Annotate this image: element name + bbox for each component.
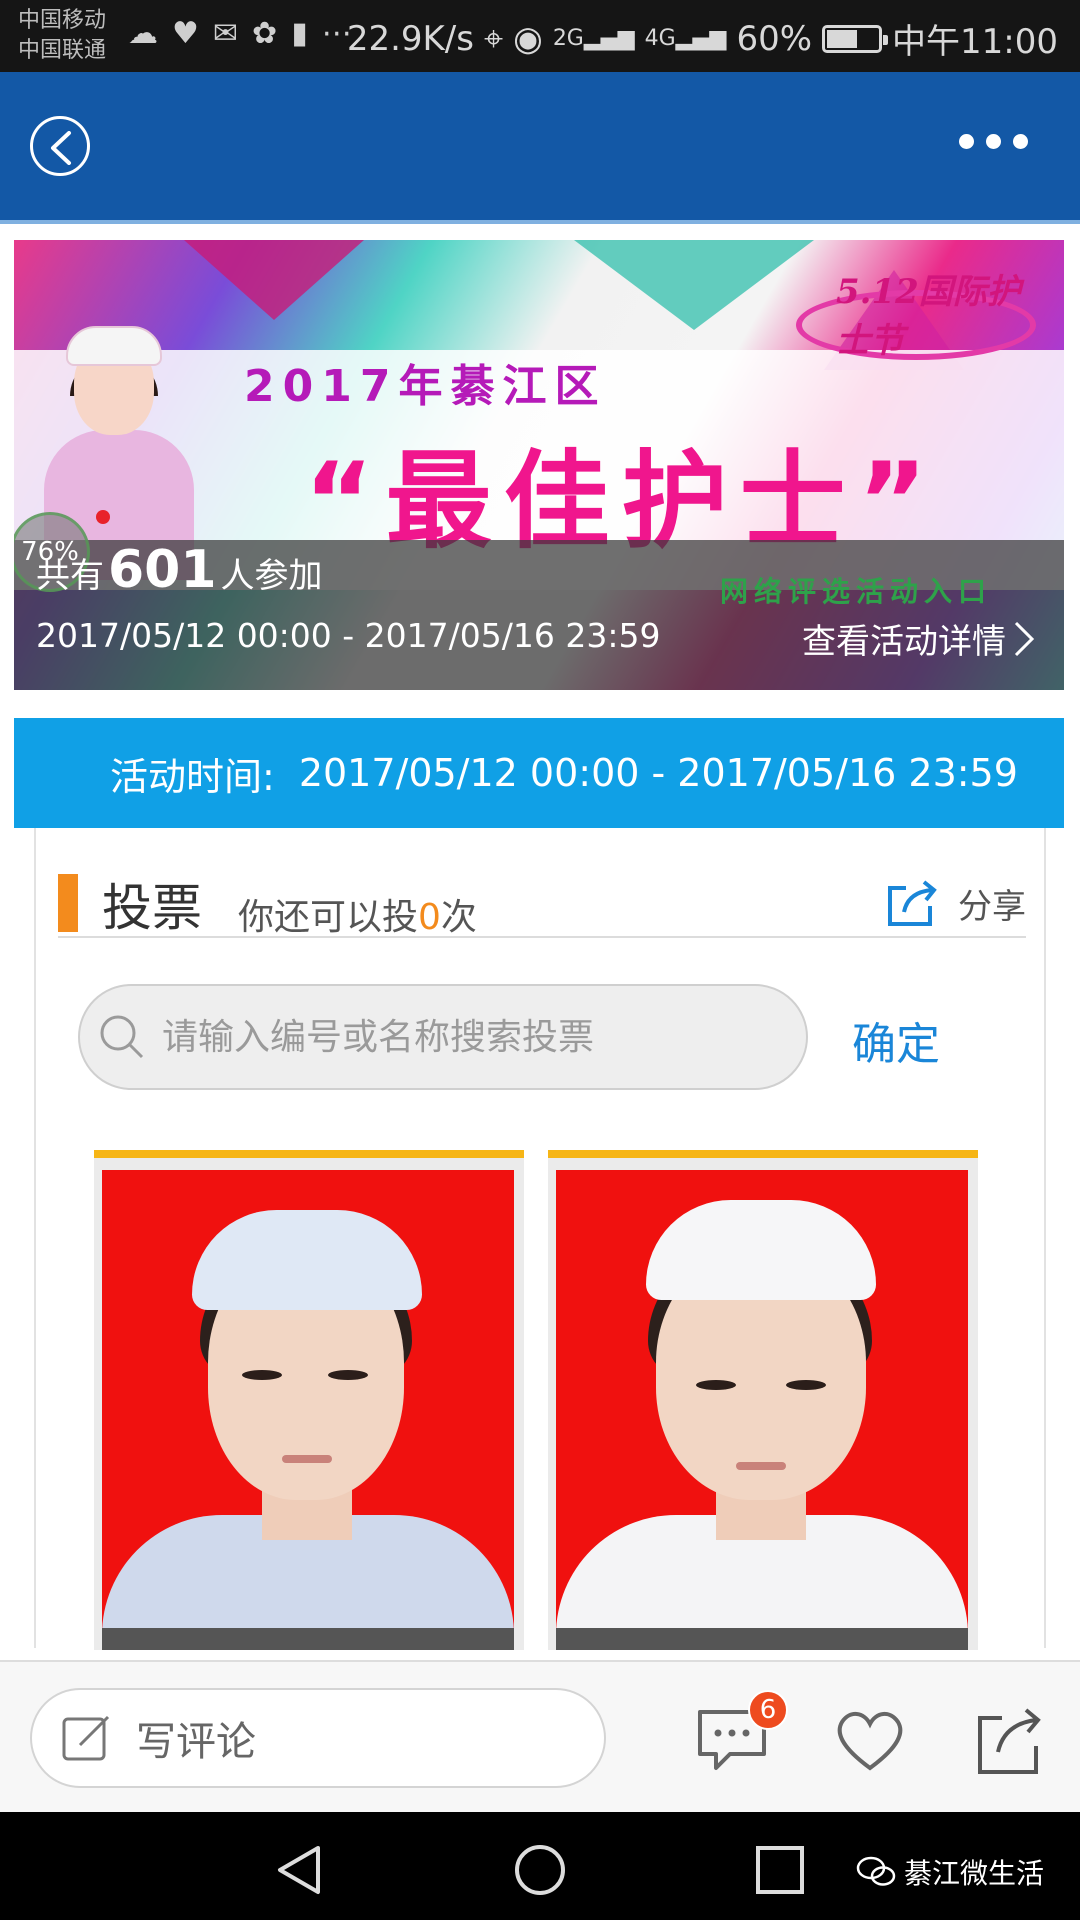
like-button[interactable] (830, 1702, 910, 1782)
nurses-day-logo: 5.12国际护士节 (796, 250, 1046, 370)
signal-icon: 4G▂▄▆ (644, 26, 727, 51)
entry-text: 网络评选活动入口 (719, 575, 992, 608)
app-icon: ✿ (252, 16, 278, 51)
battery-fill (827, 29, 858, 48)
network-type-2g: 2G (552, 26, 584, 51)
banner-year-line: 2017年綦江区 (244, 361, 607, 412)
contestant-card[interactable] (94, 1150, 524, 1650)
share-icon (978, 1708, 1041, 1774)
banner-decoration (184, 240, 364, 320)
app-header (0, 72, 1080, 224)
comment-placeholder: 写评论 (136, 1719, 256, 1765)
battery-saver-icon: ▮ (291, 16, 308, 51)
contestant-photo[interactable] (102, 1170, 514, 1650)
notification-icons: ☁ ♥ ✉ ✿ ▮ ⋯ (128, 16, 352, 51)
participants-prefix: 共有 (36, 556, 104, 596)
red-dot (96, 510, 110, 524)
status-bar: 中国移动 中国联通 ☁ ♥ ✉ ✿ ▮ ⋯ 22.9K/s ⌖ ◉ 2G▂▄▆ … (0, 0, 1080, 72)
more-dots-icon (1013, 134, 1028, 149)
carrier-1: 中国移动 (18, 8, 107, 33)
more-dots-icon (986, 134, 1001, 149)
contestant-card[interactable] (548, 1150, 978, 1650)
cloud-icon: ☁ (128, 16, 158, 51)
details-link-label: 查看活动详情 (802, 622, 1006, 662)
more-button[interactable] (959, 134, 1028, 149)
net-speed: 22.9K/s (346, 18, 474, 59)
eye-icon: ◉ (513, 18, 543, 59)
location-icon: ⌖ (483, 18, 504, 59)
confirm-button[interactable]: 确定 (852, 1008, 940, 1072)
system-nav-bar: 綦江微生活 (0, 1812, 1080, 1920)
vote-card: 投票 你还可以投0次 分享 确定 (34, 828, 1046, 1650)
comment-bar: 写评论 6 (0, 1660, 1080, 1812)
share-label: 分享 (958, 886, 1026, 927)
nav-back-button[interactable] (272, 1842, 328, 1898)
votes-remaining-prefix: 你还可以投 (238, 897, 419, 938)
search-input[interactable] (162, 1016, 782, 1058)
votes-remaining-count: 0 (418, 897, 441, 938)
heart-rate-icon: ♥ (172, 16, 199, 51)
battery-percent: 60% (736, 18, 813, 59)
activity-banner[interactable]: 5.12国际护士节 2017年綦江区 “最佳护士” 网络评选活动入口 76% 共… (14, 240, 1064, 690)
share-icon (888, 880, 937, 926)
banner-decoration (574, 240, 814, 330)
back-arrow-icon (51, 131, 71, 165)
activity-details-link[interactable]: 查看活动详情 (802, 614, 1036, 663)
participants-suffix: 人参加 (220, 556, 323, 596)
banner-date-range: 2017/05/12 00:00 - 2017/05/16 23:59 (36, 616, 661, 655)
search-bar[interactable] (78, 984, 808, 1090)
activity-time-label: 活动时间: (110, 754, 275, 799)
nav-recents-button[interactable] (752, 1842, 808, 1898)
contestant-photo[interactable] (556, 1170, 968, 1650)
participants-number: 601 (108, 540, 217, 600)
participants-count: 共有 601 人参加 (36, 540, 323, 600)
carrier-info: 中国移动 中国联通 (18, 6, 106, 66)
comment-count-badge: 6 (748, 1690, 788, 1730)
activity-time-bar: 活动时间: 2017/05/12 00:00 - 2017/05/16 23:5… (14, 718, 1064, 828)
comment-input[interactable]: 写评论 (30, 1688, 606, 1788)
watermark-text: 綦江微生活 (903, 1857, 1044, 1890)
accent-bar (58, 874, 78, 932)
more-dots-icon (959, 134, 974, 149)
chevron-right-icon (1014, 621, 1035, 656)
clock: 中午11:00 (892, 22, 1058, 62)
battery-icon (822, 24, 889, 53)
wechat-icon (856, 1856, 896, 1886)
share-button[interactable]: 分享 (886, 878, 1026, 928)
square-recents-icon (756, 1846, 804, 1894)
vote-title: 投票 (102, 879, 202, 937)
search-icon (100, 1015, 144, 1059)
carrier-2: 中国联通 (18, 38, 107, 63)
edit-icon (62, 1715, 110, 1761)
wechat-icon: ✉ (212, 16, 239, 51)
back-button[interactable] (30, 116, 90, 176)
status-right: 22.9K/s ⌖ ◉ 2G▂▄▆ 4G▂▄▆ 60% 中午11:00 (347, 14, 1058, 63)
circle-home-icon (515, 1845, 565, 1895)
signal-icon: 2G▂▄▆ (552, 26, 635, 51)
votes-remaining-suffix: 次 (440, 897, 477, 938)
nav-home-button[interactable] (512, 1842, 568, 1898)
activity-time-value: 2017/05/12 00:00 - 2017/05/16 23:59 (298, 751, 1018, 795)
vote-header: 投票 你还可以投0次 分享 (58, 858, 1026, 938)
wechat-watermark: 綦江微生活 (856, 1852, 1044, 1892)
triangle-back-icon (278, 1846, 320, 1894)
logo-text: 5.12国际护士节 (836, 272, 1021, 361)
votes-remaining: 你还可以投0次 (238, 888, 477, 940)
share-post-button[interactable] (972, 1702, 1052, 1782)
heart-icon (837, 1712, 903, 1771)
network-type-4g: 4G (644, 26, 676, 51)
